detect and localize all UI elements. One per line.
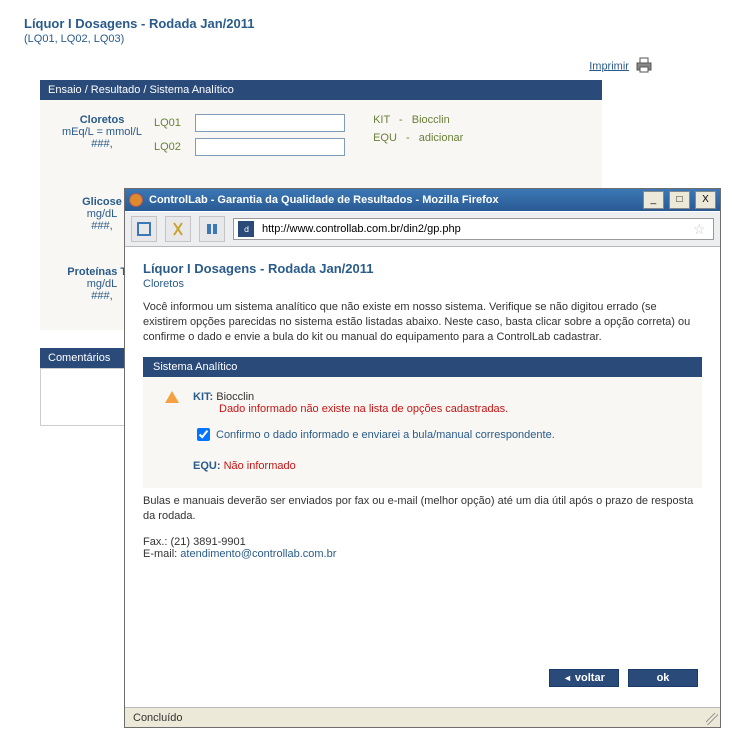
ff-minimize-button[interactable]: _ [643,191,664,209]
lq01-label: LQ01 [154,117,192,129]
assay-row-cloretos: Cloretos mEq/L = mmol/L ###, LQ01 LQ02 [50,108,592,176]
sa-kit-error: Dado informado não existe na lista de op… [219,403,680,415]
confirm-label: Confirmo o dado informado e enviarei a b… [216,429,555,441]
ff-tool-1[interactable] [131,216,157,242]
ff-titlebar[interactable]: ControlLab - Garantia da Qualidade de Re… [125,189,720,211]
sistema-analitico-header: Sistema Analítico [143,357,702,377]
equ-value[interactable]: adicionar [419,132,464,144]
back-button[interactable]: ◄voltar [549,669,619,687]
sa-equ-value: Não informado [224,460,296,472]
ff-close-button[interactable]: X [695,191,716,209]
ff-urlbar[interactable]: cl ☆ [233,218,714,240]
chevron-left-icon: ◄ [563,673,572,683]
bookmark-star-icon[interactable]: ☆ [693,221,709,238]
lq01-input[interactable] [195,114,345,132]
ff-url-input[interactable] [260,220,693,238]
fax-label: Fax.: [143,536,167,548]
ff-tool-2[interactable] [165,216,191,242]
kit-value[interactable]: Biocclin [412,114,450,126]
ff-statusbar: Concluído [125,707,720,727]
ff-maximize-button[interactable]: □ [669,191,690,209]
print-link[interactable]: Imprimir [589,60,629,72]
resize-grip-icon[interactable] [706,713,718,725]
kit-label: KIT [373,114,390,126]
ff-status-text: Concluído [133,712,183,724]
sa-equ-label: EQU: [193,460,221,472]
assay-name: Cloretos [80,114,125,126]
ok-button[interactable]: ok [628,669,698,687]
printer-icon[interactable] [636,57,654,76]
dash: - [399,114,403,126]
email-label: E-mail: [143,548,177,560]
firefox-window: ControlLab - Garantia da Qualidade de Re… [124,188,721,728]
assay-format: ###, [50,138,154,150]
sa-kit-label: KIT: [193,391,213,403]
assay-name: Glicose [82,196,122,208]
equ-label: EQU [373,132,397,144]
confirm-checkbox-row[interactable]: Confirmo o dado informado e enviarei a b… [193,425,680,444]
site-icon: cl [238,221,254,237]
ensaio-panel-header: Ensaio / Resultado / Sistema Analítico [40,80,602,100]
lq02-input[interactable] [195,138,345,156]
ff-tool-3[interactable] [199,216,225,242]
confirm-checkbox[interactable] [197,428,210,441]
sa-kit-value: Biocclin [216,391,254,403]
fax-value: (21) 3891-9901 [171,536,246,548]
modal-paragraph: Você informou um sistema analítico que n… [143,300,702,345]
email-link[interactable]: atendimento@controllab.com.br [180,548,336,560]
assay-unit: mEq/L = mmol/L [50,126,154,138]
firefox-icon [129,193,143,207]
bulas-paragraph: Bulas e manuais deverão ser enviados por… [143,494,702,524]
warning-icon [165,391,179,403]
lq02-label: LQ02 [154,141,192,153]
ff-window-title: ControlLab - Garantia da Qualidade de Re… [149,194,641,206]
modal-subtitle: Cloretos [143,278,702,290]
page-codes: (LQ01, LQ02, LQ03) [24,33,708,45]
ff-toolbar: cl ☆ [125,211,720,247]
page-title: Líquor I Dosagens - Rodada Jan/2011 [24,16,708,31]
modal-title: Líquor I Dosagens - Rodada Jan/2011 [143,261,702,276]
dash: - [406,132,410,144]
